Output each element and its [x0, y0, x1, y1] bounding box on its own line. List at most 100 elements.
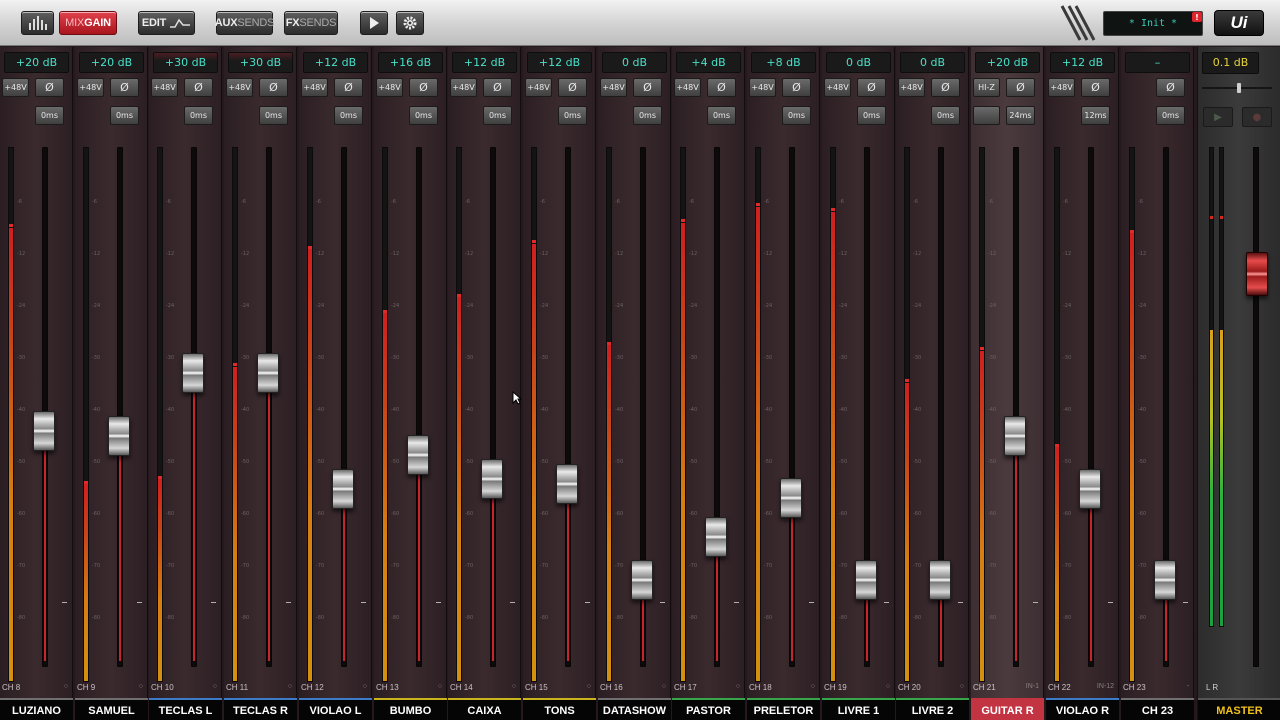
- mixer-view-button[interactable]: [21, 11, 54, 35]
- phase-invert-button[interactable]: Ø: [1006, 78, 1035, 97]
- channel-name[interactable]: VIOLAO R: [1046, 698, 1119, 720]
- delay-button[interactable]: 0ms: [184, 106, 213, 125]
- master-play-button[interactable]: ▶: [1203, 107, 1233, 127]
- gain-display[interactable]: +16 dB: [378, 52, 443, 73]
- gain-display[interactable]: +12 dB: [1050, 52, 1115, 73]
- gain-display[interactable]: –: [1125, 52, 1190, 73]
- phantom-button[interactable]: +48V: [376, 78, 403, 97]
- gain-display[interactable]: 0 dB: [602, 52, 667, 73]
- phase-invert-button[interactable]: Ø: [1156, 78, 1185, 97]
- master-record-button[interactable]: ●: [1242, 107, 1272, 127]
- gain-display[interactable]: +30 dB: [153, 52, 218, 73]
- channel-name[interactable]: CH 23: [1121, 698, 1194, 720]
- channel-name[interactable]: BUMBO: [374, 698, 447, 720]
- delay-button[interactable]: 0ms: [707, 106, 736, 125]
- phantom-button[interactable]: +48V: [1048, 78, 1075, 97]
- delay-button[interactable]: 12ms: [1081, 106, 1110, 125]
- settings-button[interactable]: [396, 11, 424, 35]
- delay-button[interactable]: 0ms: [110, 106, 139, 125]
- fader-cap[interactable]: [855, 560, 877, 600]
- gain-display[interactable]: +12 dB: [303, 52, 368, 73]
- gain-display[interactable]: +30 dB: [228, 52, 293, 73]
- phantom-button[interactable]: +48V: [151, 78, 178, 97]
- phase-invert-button[interactable]: Ø: [35, 78, 64, 97]
- delay-button[interactable]: 0ms: [1156, 106, 1185, 125]
- channel-name[interactable]: CAIXA: [448, 698, 521, 720]
- fader-cap[interactable]: [780, 478, 802, 518]
- fader-cap[interactable]: [257, 353, 279, 393]
- fader-cap[interactable]: [332, 469, 354, 509]
- phantom-button[interactable]: +48V: [674, 78, 701, 97]
- gain-display[interactable]: +12 dB: [452, 52, 517, 73]
- channel-name[interactable]: LIVRE 2: [896, 698, 969, 720]
- phase-invert-button[interactable]: Ø: [259, 78, 288, 97]
- phantom-button[interactable]: +48V: [450, 78, 477, 97]
- delay-button[interactable]: 0ms: [782, 106, 811, 125]
- gain-display[interactable]: +20 dB: [4, 52, 69, 73]
- phase-invert-button[interactable]: Ø: [409, 78, 438, 97]
- phase-invert-button[interactable]: Ø: [334, 78, 363, 97]
- gain-display[interactable]: 0 dB: [900, 52, 965, 73]
- phase-invert-button[interactable]: Ø: [110, 78, 139, 97]
- delay-button[interactable]: 24ms: [1006, 106, 1035, 125]
- fader-cap[interactable]: [481, 459, 503, 499]
- phase-invert-button[interactable]: Ø: [483, 78, 512, 97]
- phase-invert-button[interactable]: Ø: [857, 78, 886, 97]
- phantom-button[interactable]: +48V: [226, 78, 253, 97]
- fader-cap[interactable]: [108, 416, 130, 456]
- fader-cap[interactable]: [556, 464, 578, 504]
- alert-badge[interactable]: !: [1192, 12, 1202, 22]
- gain-display[interactable]: +20 dB: [975, 52, 1040, 73]
- gain-display[interactable]: +12 dB: [527, 52, 592, 73]
- fader-cap[interactable]: [182, 353, 204, 393]
- delay-button[interactable]: 0ms: [633, 106, 662, 125]
- delay-button[interactable]: 0ms: [259, 106, 288, 125]
- phantom-button[interactable]: +48V: [898, 78, 925, 97]
- fader-cap[interactable]: [929, 560, 951, 600]
- phase-invert-button[interactable]: Ø: [558, 78, 587, 97]
- phase-invert-button[interactable]: Ø: [1081, 78, 1110, 97]
- fader-cap[interactable]: [631, 560, 653, 600]
- channel-name[interactable]: TECLAS L: [149, 698, 222, 720]
- channel-name[interactable]: PRELETOR: [747, 698, 820, 720]
- edit-button[interactable]: EDIT: [138, 11, 195, 35]
- phase-invert-button[interactable]: Ø: [707, 78, 736, 97]
- status-display[interactable]: * Init *: [1103, 11, 1203, 36]
- delay-button[interactable]: 0ms: [483, 106, 512, 125]
- phase-invert-button[interactable]: Ø: [931, 78, 960, 97]
- channel-name[interactable]: LIVRE 1: [822, 698, 895, 720]
- gain-display[interactable]: +20 dB: [79, 52, 144, 73]
- phantom-button[interactable]: +48V: [525, 78, 552, 97]
- fader-cap[interactable]: [407, 435, 429, 475]
- channel-name[interactable]: VIOLAO L: [299, 698, 372, 720]
- channel-name[interactable]: SAMUEL: [75, 698, 148, 720]
- gain-display[interactable]: +4 dB: [676, 52, 741, 73]
- fx-sends-button[interactable]: FX SENDS: [284, 11, 338, 35]
- master-gain-display[interactable]: 0.1 dB: [1202, 52, 1259, 74]
- fader-cap[interactable]: [33, 411, 55, 451]
- phase-invert-button[interactable]: Ø: [782, 78, 811, 97]
- fader-cap[interactable]: [1004, 416, 1026, 456]
- fader-cap[interactable]: [705, 517, 727, 557]
- play-button[interactable]: [360, 11, 388, 35]
- ui-logo[interactable]: Ui: [1214, 10, 1264, 36]
- phase-invert-button[interactable]: Ø: [184, 78, 213, 97]
- fader-cap[interactable]: [1079, 469, 1101, 509]
- phantom-button[interactable]: +48V: [301, 78, 328, 97]
- master-fader-cap[interactable]: [1246, 252, 1268, 296]
- delay-button[interactable]: 0ms: [35, 106, 64, 125]
- delay-button[interactable]: 0ms: [857, 106, 886, 125]
- channel-name[interactable]: TECLAS R: [224, 698, 297, 720]
- channel-name[interactable]: LUZIANO: [0, 698, 73, 720]
- delay-button[interactable]: 0ms: [558, 106, 587, 125]
- delay-button[interactable]: 0ms: [931, 106, 960, 125]
- delay-button[interactable]: 0ms: [409, 106, 438, 125]
- phantom-button[interactable]: HI-Z: [973, 78, 1000, 97]
- channel-name[interactable]: PASTOR: [672, 698, 745, 720]
- aux-sends-button[interactable]: AUX SENDS: [215, 11, 274, 35]
- mix-gain-button[interactable]: MIX GAIN: [59, 11, 117, 35]
- phantom-button[interactable]: +48V: [600, 78, 627, 97]
- master-name[interactable]: MASTER: [1198, 698, 1280, 720]
- gain-display[interactable]: +8 dB: [751, 52, 816, 73]
- delay-button[interactable]: 0ms: [334, 106, 363, 125]
